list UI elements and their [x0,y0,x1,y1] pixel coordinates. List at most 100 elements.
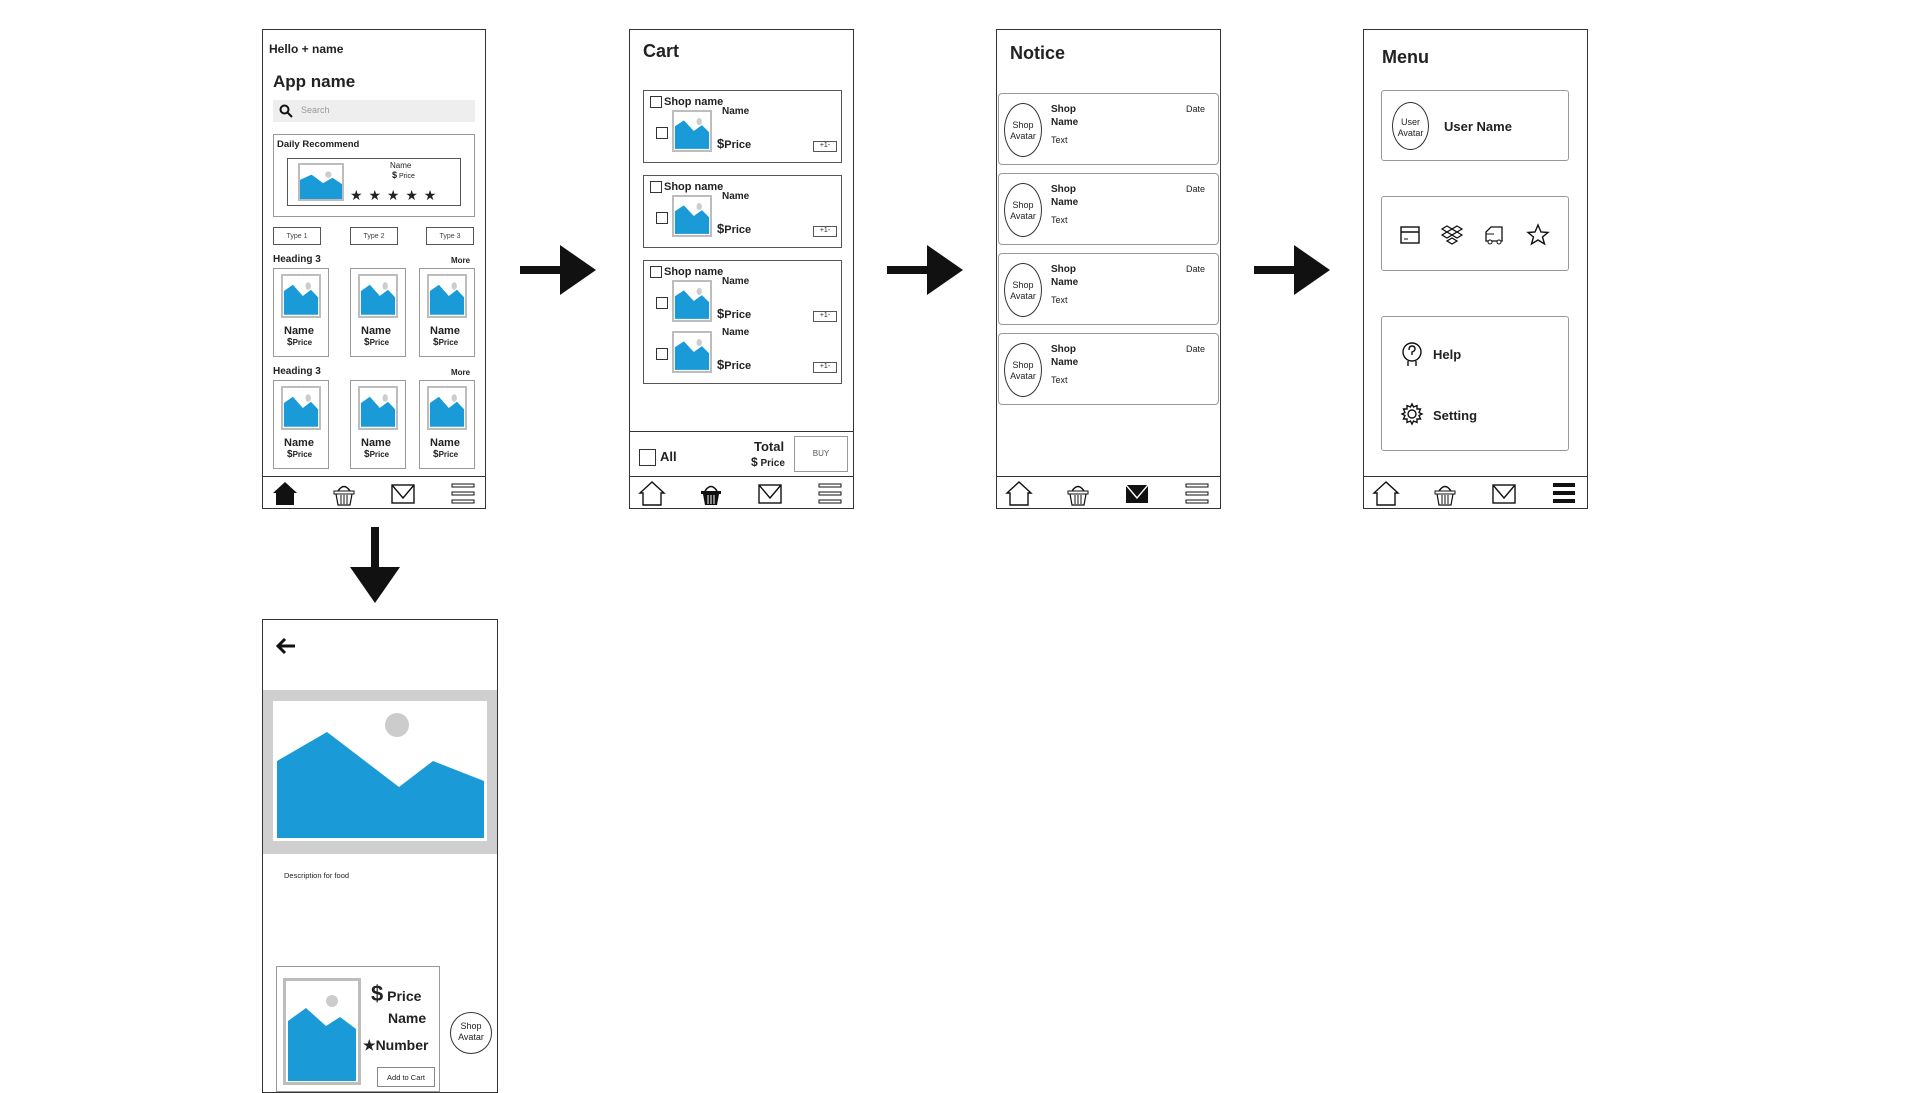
shop-checkbox[interactable] [650,96,662,108]
help-label[interactable]: Help [1433,347,1461,362]
detail-screen: Description for food $ Price Name ★Numbe… [262,619,498,1093]
home-icon[interactable] [1372,480,1400,506]
product-image [358,386,398,430]
home-icon[interactable] [1005,480,1033,506]
item-name: Name [722,191,750,202]
menu-icon[interactable] [1183,480,1211,506]
notice-shop: Shop [1051,184,1076,195]
notice-shop: Shop [1051,344,1076,355]
product-card[interactable]: Name $Price [350,268,406,357]
basket-icon[interactable] [330,480,358,506]
more-link[interactable]: More [451,368,470,377]
shop-name: Shop name [664,266,724,278]
product-image [358,274,398,318]
product-card: $ Price Name ★Number Add to Cart [276,966,440,1092]
quantity-stepper[interactable]: +1- [813,311,837,322]
mail-icon[interactable] [756,480,784,506]
cart-footer [630,431,853,432]
type-chip-3[interactable]: Type 3 [426,227,474,245]
quantity-stepper[interactable]: +1- [813,226,837,237]
setting-label[interactable]: Setting [1433,408,1477,423]
add-to-cart-button[interactable]: Add to Cart [377,1067,435,1087]
daily-card[interactable]: Name $ Price ★ ★ ★ ★ ★ [287,158,461,206]
gear-icon[interactable] [1400,402,1424,426]
notice-shop: Shop [1051,104,1076,115]
more-link[interactable]: More [451,256,470,265]
product-card[interactable]: Name $Price [419,268,475,357]
user-card[interactable]: User Avatar User Name [1381,90,1569,161]
notice-title: Notice [1010,43,1066,63]
shop-avatar[interactable]: Shop Avatar [450,1012,492,1054]
shop-name: Shop name [664,96,724,108]
user-name: User Name [1444,119,1512,134]
product-card[interactable]: Name $Price [350,380,406,469]
notice-item[interactable]: Shop Avatar Shop Name Text Date [998,253,1219,325]
mail-icon[interactable] [389,480,417,506]
notice-name: Name [1051,357,1079,368]
notice-item[interactable]: Shop Avatar Shop Name Text Date [998,173,1219,245]
product-price: $Price [364,449,390,460]
cart-shop-group: Shop name Name $Price +1- Name $Price +1… [643,260,842,384]
quantity-stepper[interactable]: +1- [813,362,837,373]
item-checkbox[interactable] [656,127,668,139]
item-price: $Price [717,136,752,151]
cart-title: Cart [643,41,680,61]
shop-name: Shop name [664,181,724,193]
dropbox-icon[interactable] [1440,224,1464,246]
type-chip-2[interactable]: Type 2 [350,227,398,245]
basket-icon[interactable] [1431,480,1459,506]
notice-date: Date [1186,344,1206,354]
item-price: $Price [717,221,752,236]
home-icon[interactable] [271,480,299,506]
product-card[interactable]: Name $Price [273,380,329,469]
star-icon[interactable] [1526,223,1550,247]
notice-item[interactable]: Shop Avatar Shop Name Text Date [998,333,1219,405]
cart-shop-group: Shop name Name $Price +1- [643,90,842,163]
help-icon[interactable] [1400,341,1424,367]
shop-checkbox[interactable] [650,266,662,278]
truck-icon[interactable] [1483,224,1505,246]
basket-icon[interactable] [697,480,725,506]
card-icon[interactable] [1399,224,1421,246]
back-arrow-icon[interactable] [275,637,297,655]
product-name: Name [361,437,391,449]
notice-text: Text [1051,215,1068,225]
total-price: $ Price [751,455,785,469]
quantity-stepper[interactable]: +1- [813,141,837,152]
arrow-down-icon [350,527,400,603]
search-input[interactable]: Search [301,105,330,115]
menu-icon[interactable] [1550,480,1578,506]
type-chip-1[interactable]: Type 1 [273,227,321,245]
buy-button[interactable]: BUY [794,436,848,472]
menu-screen: Menu User Avatar User Name Help Setting [1363,29,1588,509]
home-icon[interactable] [638,480,666,506]
mail-icon[interactable] [1490,480,1518,506]
basket-icon[interactable] [1064,480,1092,506]
shop-checkbox[interactable] [650,181,662,193]
product-number: ★Number [363,1037,429,1053]
item-price: $Price [717,357,752,372]
item-image [672,280,712,322]
select-all-checkbox[interactable] [639,449,656,466]
product-name: Name [430,325,460,337]
product-price: $Price [433,449,459,460]
daily-recommend[interactable]: Daily Recommend Name $ Price ★ ★ ★ ★ ★ [273,134,475,217]
notice-screen: Notice Shop Avatar Shop Name Text Date S… [996,29,1221,509]
total-label: Total [754,439,785,454]
app-name: App name [273,72,356,91]
item-checkbox[interactable] [656,348,668,360]
shop-avatar: Shop Avatar [1004,103,1042,157]
menu-icon[interactable] [449,480,477,506]
notice-name: Name [1051,277,1079,288]
product-card[interactable]: Name $Price [419,380,475,469]
mail-icon[interactable] [1123,480,1151,506]
product-card[interactable]: Name $Price [273,268,329,357]
product-image [283,978,361,1085]
arrow-right-icon [520,245,596,295]
item-checkbox[interactable] [656,297,668,309]
search-bar[interactable]: Search [273,100,475,122]
product-name: Name [430,437,460,449]
notice-item[interactable]: Shop Avatar Shop Name Text Date [998,93,1219,165]
menu-icon[interactable] [816,480,844,506]
item-checkbox[interactable] [656,212,668,224]
